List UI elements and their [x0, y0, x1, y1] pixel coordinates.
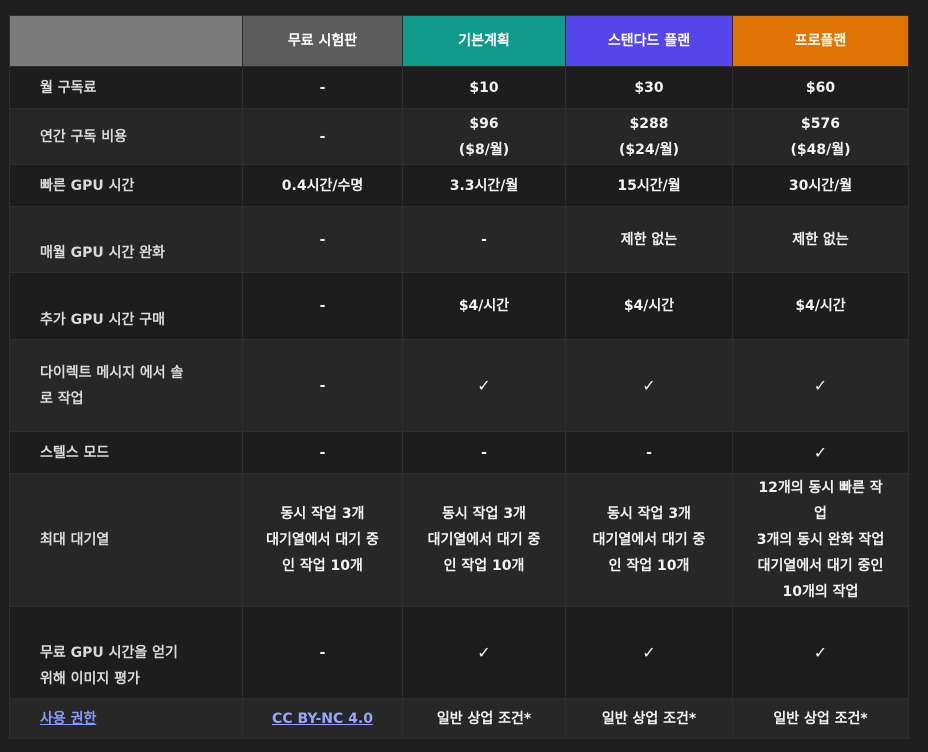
cell-basic: 3.3시간/월	[402, 164, 566, 207]
header-row: 무료 시험판 기본계획 스탠다드 플랜 프로플랜	[9, 15, 909, 67]
cell-free: -	[242, 272, 403, 340]
usage-rights-link[interactable]: 사용 권한	[40, 711, 96, 727]
cell-pro: ✓	[732, 431, 909, 474]
row-label: 다이렉트 메시지 에서 솔 로 작업	[9, 339, 243, 432]
cell-standard: 동시 작업 3개 대기열에서 대기 중 인 작업 10개	[565, 473, 733, 607]
cell-pro: 일반 상업 조건*	[732, 698, 909, 739]
cell-basic: ✓	[402, 339, 566, 432]
cell-standard: 15시간/월	[565, 164, 733, 207]
row-label: 연간 구독 비용	[9, 108, 243, 165]
cell-basic: ✓	[402, 606, 566, 699]
cell-free: 동시 작업 3개 대기열에서 대기 중 인 작업 10개	[242, 473, 403, 607]
cell-standard: 제한 없는	[565, 206, 733, 273]
cell-standard: 일반 상업 조건*	[565, 698, 733, 739]
cell-free: 0.4시간/수명	[242, 164, 403, 207]
cell-text: $288 ($24/월)	[618, 115, 679, 158]
row-extra-gpu: 추가 GPU 시간 구매 - $4/시간 $4/시간 $4/시간	[9, 272, 909, 340]
cell-basic: -	[402, 431, 566, 474]
cell-standard: ✓	[565, 606, 733, 699]
cell-pro: 제한 없는	[732, 206, 909, 273]
cell-pro: 30시간/월	[732, 164, 909, 207]
row-label: 매월 GPU 시간 완화	[9, 206, 243, 273]
cell-basic: $4/시간	[402, 272, 566, 340]
row-usage-rights: 사용 권한 CC BY-NC 4.0 일반 상업 조건* 일반 상업 조건* 일…	[9, 698, 909, 739]
cell-free: CC BY-NC 4.0	[242, 698, 403, 739]
cell-pro: 12개의 동시 빠른 작 업 3개의 동시 완화 작업 대기열에서 대기 중인 …	[732, 473, 909, 607]
cell-pro: $576 ($48/월)	[732, 108, 909, 165]
cell-free: -	[242, 606, 403, 699]
cell-standard: $30	[565, 66, 733, 109]
row-stealth: 스텔스 모드 - - - ✓	[9, 431, 909, 474]
cell-standard: $288 ($24/월)	[565, 108, 733, 165]
header-plan-basic: 기본계획	[402, 15, 566, 67]
cell-basic: 동시 작업 3개 대기열에서 대기 중 인 작업 10개	[402, 473, 566, 607]
row-label: 빠른 GPU 시간	[9, 164, 243, 207]
cell-pro: $60	[732, 66, 909, 109]
row-max-queue: 최대 대기열 동시 작업 3개 대기열에서 대기 중 인 작업 10개 동시 작…	[9, 473, 909, 607]
cell-text: 12개의 동시 빠른 작 업 3개의 동시 완화 작업 대기열에서 대기 중인 …	[756, 480, 885, 600]
cell-text: 동시 작업 3개 대기열에서 대기 중 인 작업 10개	[266, 506, 379, 574]
cell-pro: ✓	[732, 606, 909, 699]
cell-standard: $4/시간	[565, 272, 733, 340]
cell-text: -	[319, 128, 326, 145]
row-relax-gpu: 매월 GPU 시간 완화 - - 제한 없는 제한 없는	[9, 206, 909, 273]
row-label: 무료 GPU 시간을 얻기 위해 이미지 평가	[9, 606, 243, 699]
cell-basic: $10	[402, 66, 566, 109]
row-label: 사용 권한	[9, 698, 243, 739]
row-label-text: 무료 GPU 시간을 얻기 위해 이미지 평가	[40, 645, 178, 687]
cell-basic: $96 ($8/월)	[402, 108, 566, 165]
cell-text: $96 ($8/월)	[458, 115, 510, 158]
cell-basic: 일반 상업 조건*	[402, 698, 566, 739]
cell-text: $576 ($48/월)	[790, 115, 851, 158]
cell-free: -	[242, 339, 403, 432]
cell-free: -	[242, 431, 403, 474]
row-dm-solo: 다이렉트 메시지 에서 솔 로 작업 - ✓ ✓ ✓	[9, 339, 909, 432]
row-label-text: 다이렉트 메시지 에서 솔 로 작업	[40, 364, 184, 407]
cell-standard: ✓	[565, 339, 733, 432]
row-label: 스텔스 모드	[9, 431, 243, 474]
cell-free: -	[242, 66, 403, 109]
header-plan-free: 무료 시험판	[242, 15, 403, 67]
cell-free: -	[242, 206, 403, 273]
row-annual-fee: 연간 구독 비용 - $96 ($8/월) $288 ($24/월) $576 …	[9, 108, 909, 165]
row-monthly-fee: 월 구독료 - $10 $30 $60	[9, 66, 909, 109]
cell-basic: -	[402, 206, 566, 273]
pricing-table: 무료 시험판 기본계획 스탠다드 플랜 프로플랜 월 구독료 - $10 $30…	[9, 15, 909, 739]
cell-text: 동시 작업 3개 대기열에서 대기 중 인 작업 10개	[427, 506, 541, 574]
row-label: 추가 GPU 시간 구매	[9, 272, 243, 340]
cell-standard: -	[565, 431, 733, 474]
header-corner	[9, 15, 243, 67]
cell-pro: $4/시간	[732, 272, 909, 340]
cell-free: -	[242, 108, 403, 165]
license-link[interactable]: CC BY-NC 4.0	[272, 711, 373, 727]
row-label: 최대 대기열	[9, 473, 243, 607]
cell-text: 동시 작업 3개 대기열에서 대기 중 인 작업 10개	[592, 506, 706, 574]
row-label: 월 구독료	[9, 66, 243, 109]
row-rate-images: 무료 GPU 시간을 얻기 위해 이미지 평가 - ✓ ✓ ✓	[9, 606, 909, 699]
header-plan-standard: 스탠다드 플랜	[565, 15, 733, 67]
header-plan-pro: 프로플랜	[732, 15, 909, 67]
cell-pro: ✓	[732, 339, 909, 432]
row-fast-gpu: 빠른 GPU 시간 0.4시간/수명 3.3시간/월 15시간/월 30시간/월	[9, 164, 909, 207]
